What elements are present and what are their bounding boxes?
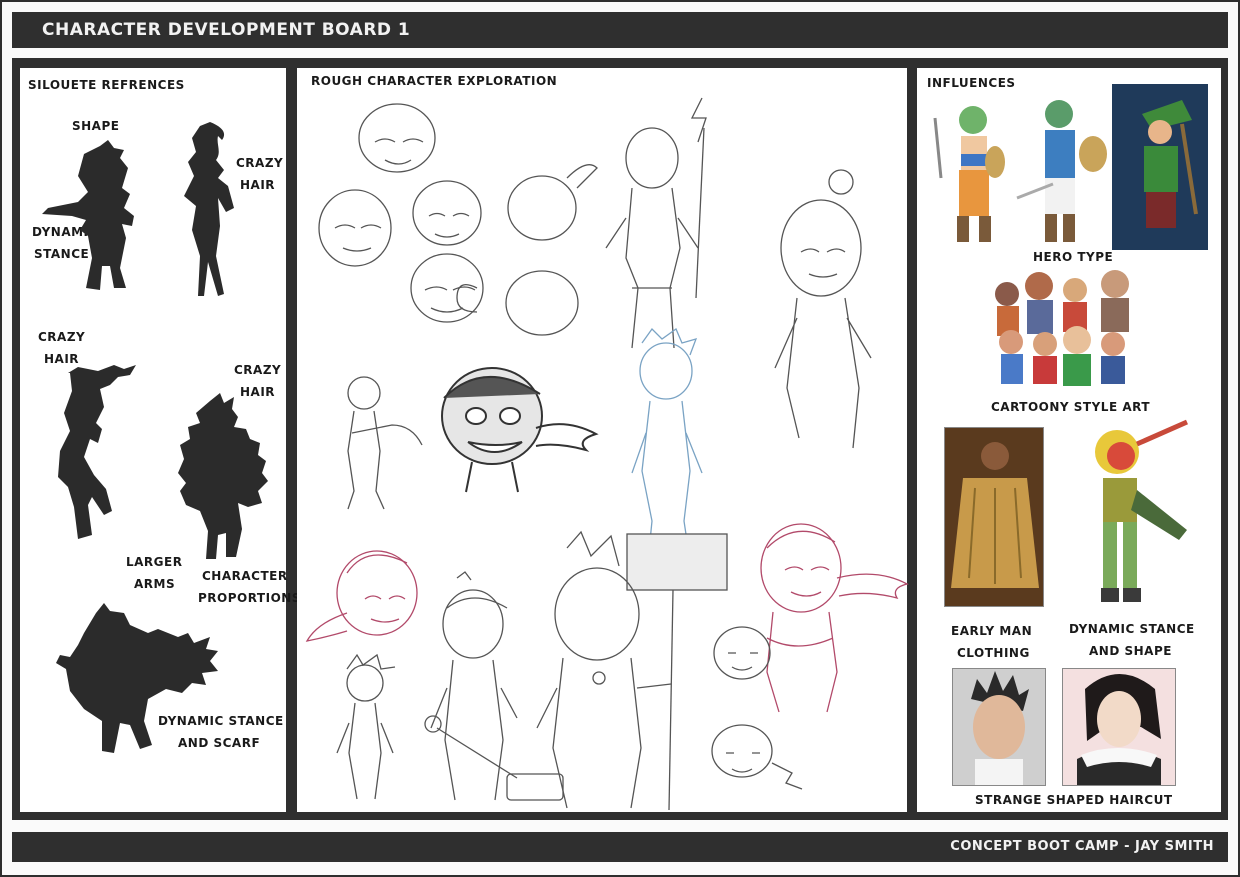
silhouette-larger-arms-figure — [58, 365, 136, 539]
sketch-small-heads — [711, 626, 803, 790]
influences-panel-title: INFLUENCES — [927, 76, 1016, 90]
silhouette-scarf-figure — [56, 603, 218, 753]
hero-type-figure-female — [933, 106, 1005, 242]
label-haircut: STRANGE SHAPED HAIRCUT — [975, 793, 1173, 807]
label-cartoony: CARTOONY STYLE ART — [991, 400, 1151, 414]
silhouette-shape-figure — [42, 140, 134, 290]
sketch-small-boy — [347, 376, 423, 510]
haircut-photo-man — [952, 668, 1046, 786]
footer-credit: CONCEPT BOOT CAMP - JAY SMITH — [950, 839, 1214, 854]
sketch-spiky-kid — [336, 653, 396, 800]
label-shape: SHAPE — [72, 119, 120, 133]
haircut-art-squall — [1062, 668, 1176, 786]
early-man-photo — [944, 427, 1044, 607]
sketch-grinning-boy — [441, 367, 599, 493]
label-crazy-hair-c1: CRAZY — [234, 363, 282, 377]
label-larger-arms-2: ARMS — [134, 577, 176, 591]
footer-bar: CONCEPT BOOT CAMP - JAY SMITH — [12, 832, 1228, 862]
silhouette-panel: SILOUETE REFRENCES SHAPE DYNAMIC STANCE … — [20, 68, 300, 812]
label-hero-type: HERO TYPE — [1033, 250, 1114, 264]
sketch-heads-cluster — [318, 103, 598, 336]
title-bar: CHARACTER DEVELOPMENT BOARD 1 — [12, 12, 1228, 48]
exploration-panel: ROUGH CHARACTER EXPLORATION — [297, 68, 909, 812]
label-early-man-1: EARLY MAN — [951, 624, 1033, 638]
cartoony-style-art — [995, 270, 1129, 386]
label-dyn-shape-1: DYNAMIC STANCE — [1069, 622, 1195, 636]
label-proportions-1: CHARACTER — [202, 569, 288, 583]
dynamic-stance-figure — [1095, 419, 1189, 602]
exploration-panel-title: ROUGH CHARACTER EXPLORATION — [311, 74, 558, 88]
label-crazy-hair-a1: CRAZY — [236, 156, 284, 170]
hero-type-figure-male — [1016, 100, 1107, 242]
sketch-red-scarf-boy — [305, 550, 418, 642]
board-title: CHARACTER DEVELOPMENT BOARD 1 — [42, 20, 411, 40]
label-dyn-shape-2: AND SHAPE — [1089, 644, 1172, 658]
silhouette-proportions-figure — [178, 393, 268, 559]
label-crazy-hair-a2: HAIR — [240, 178, 276, 192]
label-early-man-2: CLOTHING — [957, 646, 1030, 660]
hero-type-link-art — [1112, 84, 1208, 250]
sketch-bun-girl — [774, 169, 872, 449]
silhouette-panel-title: SILOUETE REFRENCES — [28, 78, 185, 92]
influences-panel: INFLUENCES HERO TYPE CARTOONY STYLE ART … — [917, 68, 1221, 812]
label-crazy-hair-b1: CRAZY — [38, 330, 86, 344]
silhouette-crazy-hair-figure — [184, 122, 234, 296]
